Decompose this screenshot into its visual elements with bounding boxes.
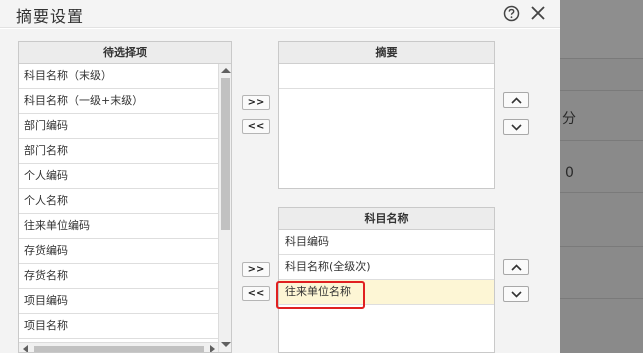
account-name-header: 科目名称	[279, 208, 494, 230]
horizontal-scrollbar[interactable]	[19, 342, 218, 352]
selection-highlight-box	[276, 281, 365, 309]
dialog-header: 摘要设置	[0, 0, 560, 28]
chevron-down-icon	[511, 291, 522, 298]
background-column	[560, 58, 643, 353]
list-item[interactable]: 往来单位编码	[19, 214, 218, 239]
list-item[interactable]: 部门编码	[19, 114, 218, 139]
scroll-down-arrow-icon[interactable]	[221, 342, 231, 347]
scrollbar-thumb[interactable]	[221, 78, 230, 230]
list-item[interactable]: 科目名称（末级）	[19, 64, 218, 89]
list-item[interactable]: 项目编码	[19, 289, 218, 314]
background-text: 0	[565, 165, 574, 181]
background-divider	[560, 298, 643, 299]
list-item[interactable]: 个人名称	[19, 189, 218, 214]
available-items-list: 科目名称（末级） 科目名称（一级+末级） 部门编码 部门名称 个人编码 个人名称…	[19, 64, 218, 339]
available-items-header: 待选择项	[19, 42, 231, 64]
scroll-up-arrow-icon[interactable]	[221, 68, 231, 73]
list-item[interactable]: 科目编码	[279, 230, 494, 255]
background-divider	[560, 246, 643, 247]
scroll-right-arrow-icon[interactable]	[210, 345, 215, 352]
chevron-up-icon	[511, 264, 522, 271]
available-items-panel: 待选择项 科目名称（末级） 科目名称（一级+末级） 部门编码 部门名称 个人编码…	[18, 41, 232, 353]
chevron-up-icon	[511, 97, 522, 104]
list-item[interactable]: 存货名称	[19, 264, 218, 289]
question-circle-icon[interactable]	[503, 5, 520, 22]
background-divider	[560, 58, 643, 59]
add-to-account-button[interactable]: >>	[242, 262, 270, 277]
move-down-button[interactable]	[503, 286, 529, 302]
scroll-left-arrow-icon[interactable]	[23, 345, 28, 352]
list-item[interactable]: 项目名称	[19, 314, 218, 339]
account-name-panel: 科目名称 科目编码 科目名称(全级次) 往来单位名称	[278, 207, 495, 353]
move-down-button[interactable]	[503, 119, 529, 135]
close-icon[interactable]	[529, 4, 547, 22]
move-up-button[interactable]	[503, 259, 529, 275]
summary-settings-dialog: 摘要设置 待选择项 科目名称（末级） 科目名称（一级+末级） 部门编码 部门名称…	[0, 0, 560, 353]
add-to-summary-button[interactable]: >>	[242, 95, 270, 110]
summary-panel: 摘要	[278, 41, 495, 189]
background-divider	[560, 90, 643, 91]
remove-from-account-button[interactable]: <<	[242, 286, 270, 301]
list-item[interactable]: 个人编码	[19, 164, 218, 189]
dialog-title: 摘要设置	[16, 7, 85, 26]
list-item[interactable]: 存货编码	[19, 239, 218, 264]
vertical-scrollbar[interactable]	[218, 64, 231, 352]
summary-empty-row[interactable]	[279, 64, 494, 89]
remove-from-summary-button[interactable]: <<	[242, 119, 270, 134]
summary-header: 摘要	[279, 42, 494, 64]
move-up-button[interactable]	[503, 92, 529, 108]
list-item[interactable]: 部门名称	[19, 139, 218, 164]
chevron-down-icon	[511, 124, 522, 131]
background-divider	[560, 140, 643, 141]
scrollbar-thumb[interactable]	[34, 346, 204, 352]
background-text: 分	[562, 111, 576, 127]
background-divider	[560, 192, 643, 193]
list-item[interactable]: 科目名称（一级+末级）	[19, 89, 218, 114]
list-item[interactable]: 科目名称(全级次)	[279, 255, 494, 280]
